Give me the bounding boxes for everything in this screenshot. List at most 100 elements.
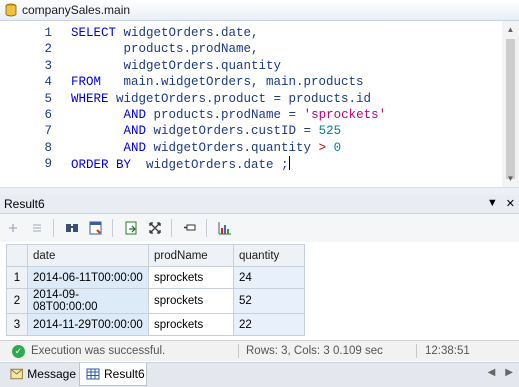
toolbar-separator: [171, 219, 172, 237]
code-token: ORDER BY: [71, 158, 147, 173]
tab-label: Result6: [104, 367, 145, 381]
table-row[interactable]: 1 2014-06-11T00:00:00 sprockets 24: [6, 266, 305, 289]
code-token: AND: [123, 124, 154, 139]
table-row[interactable]: 2 2014-09-08T00:00:00 sprockets 52: [6, 288, 305, 314]
pin-icon[interactable]: [179, 217, 201, 239]
result-toolbar: [0, 214, 519, 242]
table-cell[interactable]: 52: [233, 288, 305, 314]
table-row[interactable]: 3 2014-11-29T00:00:00 sprockets 22: [6, 313, 305, 336]
pane-menu-icon[interactable]: ▼: [487, 197, 498, 210]
status-elapsed: 0.109 sec: [333, 345, 383, 357]
code-token: widgetOrders.date,: [123, 26, 259, 40]
window-title: companySales.main: [22, 3, 131, 17]
status-divider: [238, 344, 239, 358]
toolbar-separator: [112, 219, 113, 237]
code-text[interactable]: AND products.prodName = 'sprockets': [71, 107, 387, 123]
code-token: WHERE: [71, 91, 117, 106]
status-divider: [416, 344, 417, 358]
line-number: 2: [44, 42, 52, 57]
table-cell[interactable]: sprockets: [148, 266, 234, 289]
line-number: 7: [44, 124, 52, 139]
column-header[interactable]: prodName: [148, 244, 234, 267]
code-text[interactable]: AND widgetOrders.custID = 525: [71, 123, 342, 139]
fullscreen-icon[interactable]: [144, 217, 166, 239]
scrollbar-thumb[interactable]: [506, 39, 515, 179]
table-cell[interactable]: sprockets: [148, 313, 234, 336]
code-text[interactable]: FROM main.widgetOrders, main.products: [71, 74, 364, 90]
code-token: 525: [318, 124, 342, 139]
table-cell[interactable]: 22: [233, 313, 305, 336]
status-rows-cols: Rows: 3, Cols: 3: [246, 345, 330, 357]
tab-result6[interactable]: Result6: [79, 363, 147, 386]
line-number: 3: [44, 58, 52, 73]
result-pane-title: Result6: [4, 197, 45, 211]
tab-next-icon[interactable]: ▶: [505, 367, 513, 378]
row-number[interactable]: 2: [6, 288, 28, 314]
export-icon[interactable]: [120, 217, 142, 239]
sql-editor[interactable]: 1 SELECT widgetOrders.date, 2 products.pro…: [0, 21, 519, 187]
code-token: widgetOrders.custID =: [153, 124, 319, 139]
code-text[interactable]: AND widgetOrders.quantity > 0: [71, 140, 342, 156]
column-header[interactable]: quantity: [233, 244, 305, 267]
toolbar-separator: [53, 219, 54, 237]
scroll-up-icon[interactable]: ▲: [504, 23, 517, 36]
line-number: 9: [44, 157, 52, 172]
table-cell[interactable]: sprockets: [148, 288, 234, 314]
table-cell[interactable]: 24: [233, 266, 305, 289]
check-icon: ✓: [12, 344, 25, 358]
close-icon[interactable]: ✕: [506, 197, 515, 210]
code-token: >: [318, 140, 334, 155]
status-bar: ✓ Execution was successful. Rows: 3, Col…: [0, 340, 519, 361]
code-token: main.widgetOrders, main.products: [123, 75, 364, 90]
bottom-tab-bar: Message Result6 ◀ ▶: [0, 362, 519, 387]
line-number: 8: [44, 140, 52, 155]
find-icon[interactable]: [61, 217, 83, 239]
code-token: 'sprockets': [303, 108, 387, 122]
row-number[interactable]: 1: [6, 266, 28, 289]
code-token: AND: [123, 140, 154, 155]
code-text[interactable]: ORDER BY widgetOrders.date ;: [71, 156, 290, 173]
code-token: products.prodName =: [153, 108, 304, 122]
code-text[interactable]: SELECT widgetOrders.date,: [71, 25, 259, 41]
code-token: widgetOrders.date ;: [146, 158, 289, 173]
tab-message[interactable]: Message: [4, 363, 76, 385]
result-grid[interactable]: date prodName quantity 1 2014-06-11T00:00:0…: [6, 244, 305, 336]
line-number: 5: [44, 91, 52, 106]
tab-label: Message: [27, 367, 76, 381]
code-token: AND: [123, 108, 154, 122]
grid-corner[interactable]: [6, 244, 28, 267]
code-token: products.prodName,: [71, 42, 259, 57]
toolbar-separator: [206, 219, 207, 237]
code-text[interactable]: WHERE widgetOrders.product = products.id: [71, 91, 371, 107]
code-token: FROM: [71, 75, 124, 90]
line-number: 6: [44, 108, 52, 122]
code-token: 0: [333, 140, 342, 155]
table-cell[interactable]: 2014-06-11T00:00:00: [27, 266, 149, 289]
row-number[interactable]: 3: [6, 313, 28, 336]
result-pane-header: Result6 ▼ ✕: [0, 195, 519, 214]
database-icon: [5, 3, 17, 17]
grid-icon: [86, 368, 100, 380]
line-number: 1: [44, 26, 52, 40]
remove-row-icon[interactable]: [26, 217, 48, 239]
code-text[interactable]: products.prodName,: [71, 41, 259, 57]
code-text[interactable]: widgetOrders.quantity: [71, 58, 282, 74]
table-cell[interactable]: 2014-11-29T00:00:00: [27, 313, 149, 336]
code-token: widgetOrders.quantity: [153, 140, 319, 155]
tab-prev-icon[interactable]: ◀: [488, 367, 496, 378]
code-token: widgetOrders.product = products.id: [116, 91, 372, 106]
column-header[interactable]: date: [27, 244, 149, 267]
table-cell[interactable]: 2014-09-08T00:00:00: [27, 288, 149, 314]
scroll-down-icon[interactable]: ▼: [504, 172, 517, 185]
chart-icon[interactable]: [214, 217, 236, 239]
status-message: Execution was successful.: [31, 345, 166, 357]
editor-vertical-scrollbar[interactable]: ▲ ▼: [502, 21, 519, 187]
status-clock: 12:38:51: [425, 345, 470, 357]
commit-icon[interactable]: [85, 217, 107, 239]
text-caret: [288, 156, 290, 171]
insert-row-icon[interactable]: [2, 217, 24, 239]
line-number: 4: [44, 75, 52, 90]
